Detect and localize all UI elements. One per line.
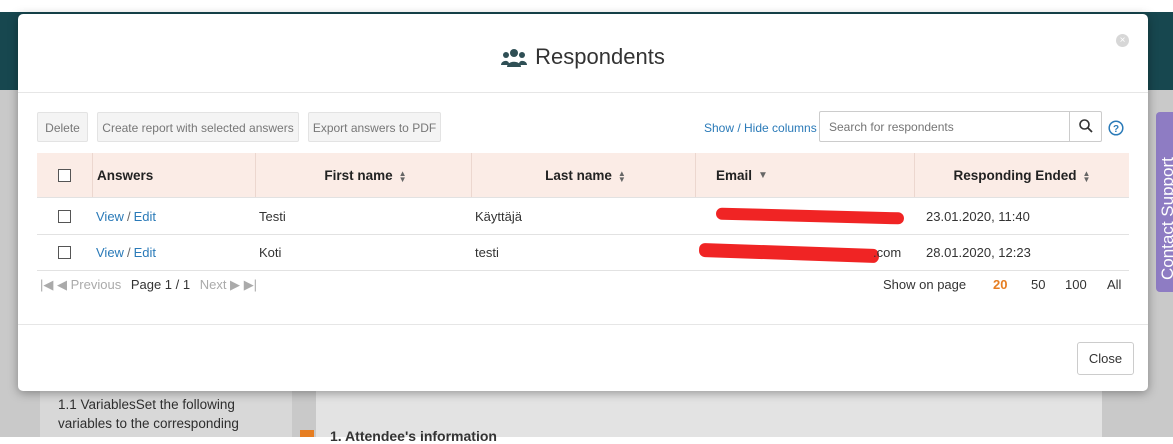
- header-first-name-label: First name: [324, 167, 393, 183]
- show-hide-columns-link[interactable]: Show / Hide columns: [704, 121, 817, 135]
- responding-ended-cell: 23.01.2020, 11:40: [914, 198, 1129, 234]
- first-name-cell: Koti: [255, 235, 471, 270]
- page-size-20[interactable]: 20: [993, 277, 1007, 292]
- respondents-modal: Respondents × Delete Create report with …: [18, 14, 1148, 391]
- search-input[interactable]: [821, 113, 1069, 140]
- row-checkbox-cell: [37, 235, 92, 270]
- header-email-label: Email: [716, 167, 753, 183]
- previous-page-link[interactable]: ◀ Previous: [57, 277, 121, 292]
- sort-icon: ▲ ▼: [1082, 168, 1091, 184]
- search-box: [819, 111, 1102, 142]
- last-name-value: testi: [475, 245, 499, 260]
- responding-ended-value: 23.01.2020, 11:40: [926, 208, 1030, 224]
- sort-icon: ▲ ▼: [398, 168, 407, 184]
- modal-header: Respondents: [18, 14, 1148, 93]
- answers-cell: View / Edit: [92, 235, 255, 270]
- modal-title-wrap: Respondents: [18, 44, 1148, 70]
- row-checkbox[interactable]: [58, 246, 71, 259]
- users-icon: [501, 49, 528, 67]
- export-pdf-button[interactable]: Export answers to PDF: [308, 112, 441, 142]
- last-name-cell: Käyttäjä: [471, 198, 695, 234]
- page-size-all[interactable]: All: [1107, 277, 1121, 292]
- header-last-name[interactable]: Last name ▲ ▼: [471, 153, 695, 197]
- last-name-cell: testi: [471, 235, 695, 270]
- background-sidebar-text: 1.1 VariablesSet the following variables…: [58, 397, 239, 431]
- first-name-value: Koti: [259, 245, 282, 260]
- svg-text:?: ?: [1113, 124, 1119, 135]
- link-separator: /: [126, 208, 131, 224]
- first-name-value: Testi: [259, 208, 286, 224]
- next-page-link[interactable]: Next ▶: [200, 277, 240, 292]
- view-link[interactable]: View: [96, 245, 124, 260]
- search-divider: [1069, 112, 1070, 141]
- first-page-icon[interactable]: |◀: [40, 277, 53, 292]
- search-icon[interactable]: [1078, 118, 1094, 134]
- close-icon[interactable]: ×: [1116, 34, 1129, 47]
- create-report-button[interactable]: Create report with selected answers: [97, 112, 299, 142]
- sort-desc-icon: ▼: [758, 169, 768, 181]
- delete-button[interactable]: Delete: [37, 112, 88, 142]
- header-first-name[interactable]: First name ▲ ▼: [255, 153, 471, 197]
- email-cell: .com: [695, 235, 914, 270]
- email-value: .com: [873, 245, 902, 260]
- redaction-mark: [715, 207, 905, 225]
- first-name-cell: Testi: [255, 198, 471, 234]
- answers-cell: View / Edit: [92, 198, 255, 234]
- header-answers: Answers: [92, 153, 255, 197]
- redaction-mark: [698, 242, 880, 264]
- link-separator: /: [126, 245, 131, 260]
- responding-ended-cell: 28.01.2020, 12:23: [914, 235, 1129, 270]
- edit-link[interactable]: Edit: [134, 209, 156, 224]
- page-size-50[interactable]: 50: [1031, 277, 1045, 292]
- pagination: |◀ ◀ Previous Page 1 / 1 Next ▶ ▶|: [40, 277, 257, 293]
- header-checkbox-cell: [37, 153, 92, 197]
- background-top-strip: [0, 0, 1173, 12]
- responding-ended-value: 28.01.2020, 12:23: [926, 245, 1031, 260]
- help-icon[interactable]: ?: [1108, 120, 1124, 136]
- table-row: View / Edit Koti testi .com 28.01.2020, 12…: [37, 235, 1129, 271]
- row-checkbox-cell: [37, 198, 92, 234]
- table-row: View / Edit Testi Käyttäjä 23.01.2020, 11:…: [37, 198, 1129, 235]
- show-on-page-label: Show on page: [883, 277, 967, 292]
- sort-icon: ▲ ▼: [617, 168, 626, 184]
- header-answers-label: Answers: [97, 167, 154, 183]
- last-name-value: Käyttäjä: [475, 208, 522, 224]
- modal-title: Respondents: [535, 44, 665, 69]
- footer-divider: [18, 324, 1148, 325]
- header-email[interactable]: Email ▼: [695, 153, 914, 197]
- view-link[interactable]: View: [96, 209, 124, 224]
- header-last-name-label: Last name: [545, 167, 612, 183]
- email-cell: [695, 198, 914, 234]
- page-indicator: Page 1 / 1: [130, 277, 191, 292]
- header-responding-ended-label: Responding Ended: [953, 167, 1077, 183]
- edit-link[interactable]: Edit: [134, 245, 156, 260]
- background-section-marker: [300, 430, 314, 437]
- respondents-table: Answers First name ▲ ▼ Last name ▲ ▼ Email…: [37, 153, 1129, 271]
- header-responding-ended[interactable]: Responding Ended ▲ ▼: [914, 153, 1129, 197]
- page-size-100[interactable]: 100: [1065, 277, 1087, 292]
- contact-support-label: Contact Support: [1158, 157, 1173, 280]
- last-page-icon[interactable]: ▶|: [244, 277, 257, 292]
- background-section-heading: 1. Attendee's information: [330, 428, 497, 444]
- select-all-checkbox[interactable]: [58, 168, 71, 182]
- row-checkbox[interactable]: [58, 209, 71, 223]
- contact-support-tab[interactable]: Contact Support: [1156, 112, 1173, 292]
- table-header-row: Answers First name ▲ ▼ Last name ▲ ▼ Email…: [37, 153, 1129, 198]
- close-button[interactable]: Close: [1077, 342, 1134, 375]
